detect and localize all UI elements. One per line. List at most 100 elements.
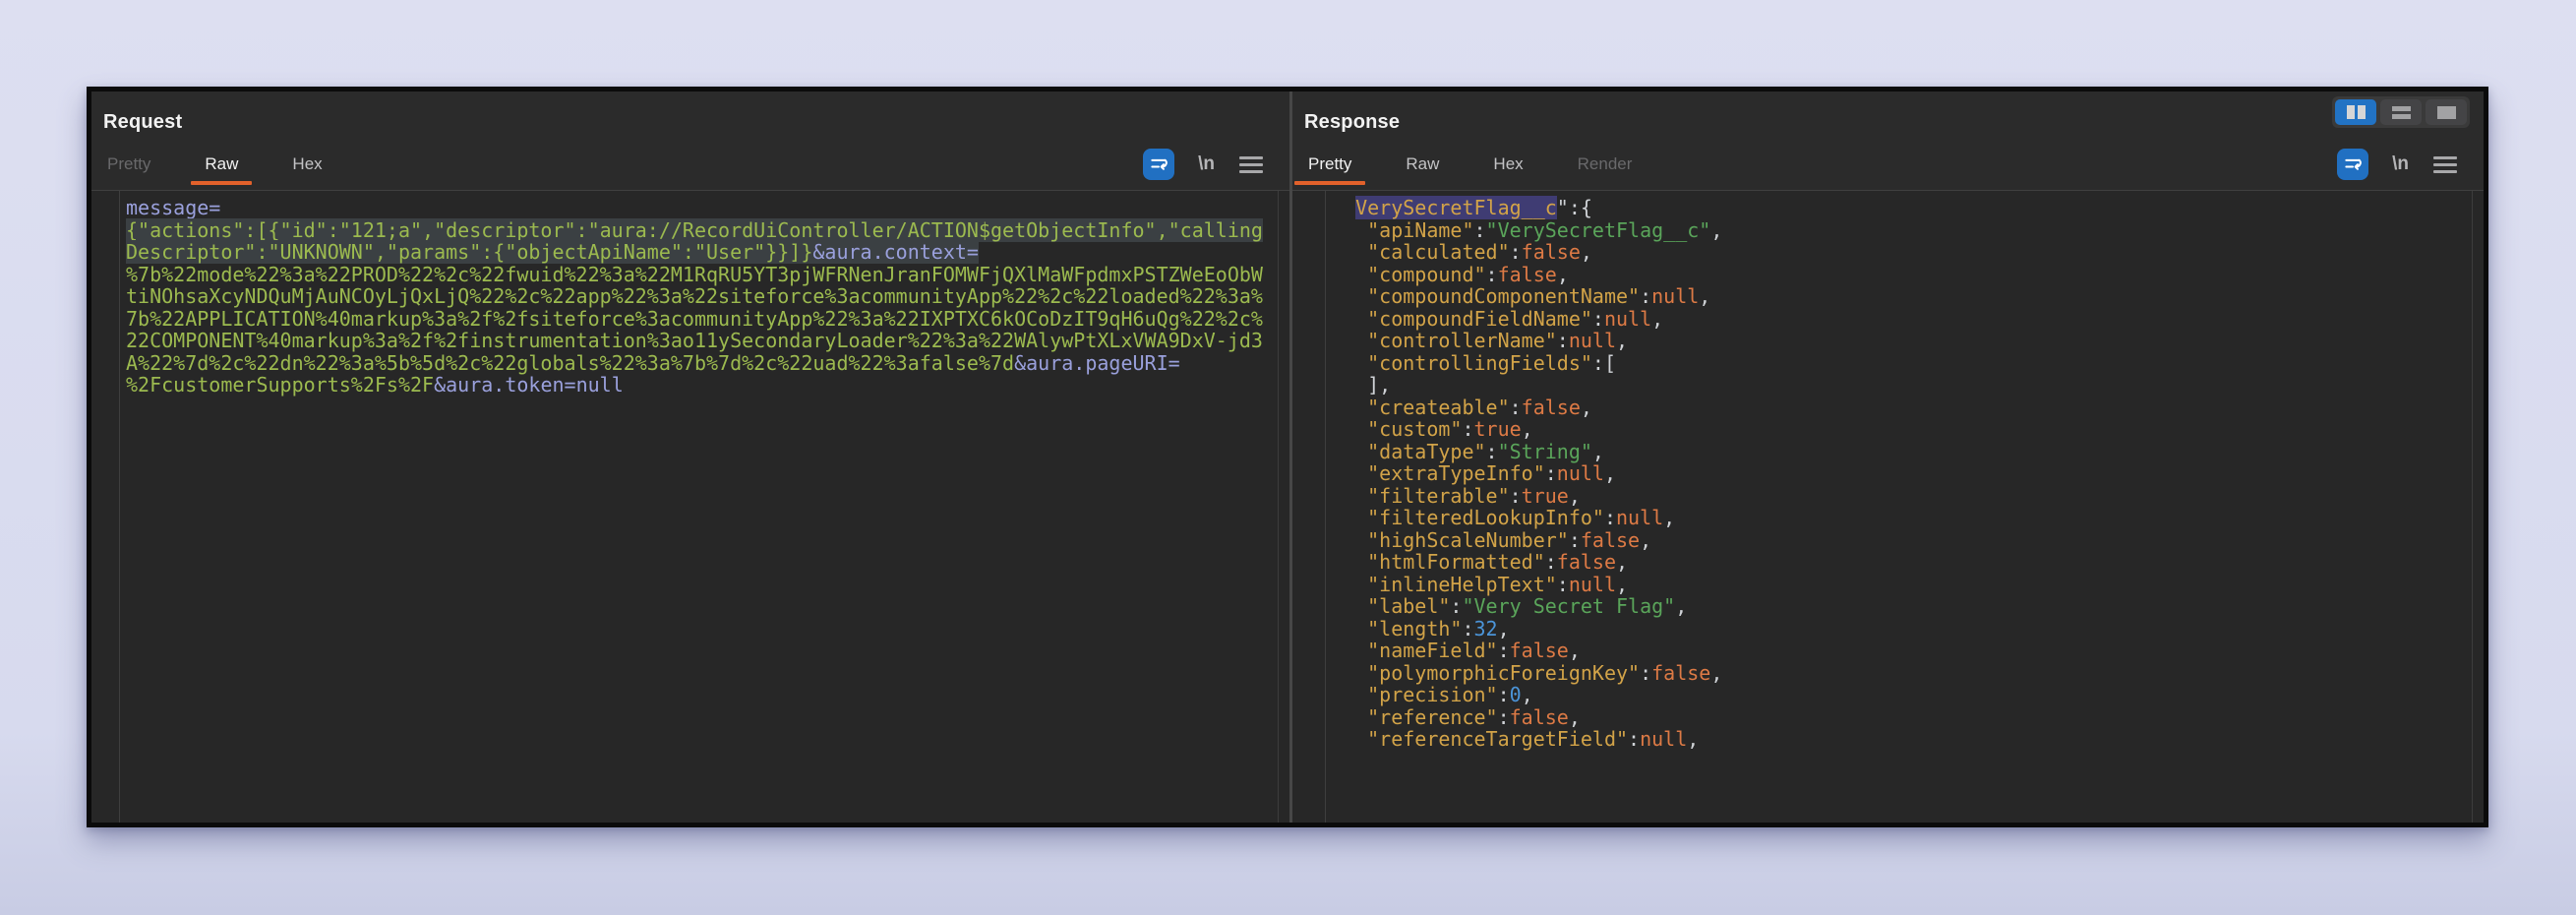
tab-render[interactable]: Render: [1578, 147, 1633, 182]
highlighted-token: VerySecretFlag__c: [1355, 196, 1557, 219]
request-tabs: Pretty Raw Hex: [107, 147, 323, 182]
code-segment: ,: [1616, 573, 1628, 596]
word-wrap-toggle[interactable]: [1143, 149, 1174, 180]
newline-marker-toggle[interactable]: \n: [2392, 153, 2409, 175]
request-panel-title: Request: [103, 111, 182, 134]
tab-pretty[interactable]: Pretty: [1308, 147, 1351, 182]
newline-marker-toggle[interactable]: \n: [1198, 153, 1215, 175]
code-segment: :: [1462, 617, 1473, 640]
code-segment: [1332, 284, 1367, 308]
code-segment: message=: [126, 196, 220, 219]
code-segment: [1332, 196, 1355, 219]
code-segment: 7b%22APPLICATION%40markup%3a%2f%2fsitefo…: [126, 307, 1263, 331]
code-line: "label":"Very Secret Flag",: [1332, 595, 2471, 618]
code-segment: "length": [1367, 617, 1462, 640]
code-segment: [1332, 440, 1367, 463]
code-segment: %7b%22mode%22%3a%22PROD%22%2c%22fwuid%22…: [126, 263, 1263, 286]
code-segment: :: [1628, 727, 1640, 751]
response-scrollbar[interactable]: [2472, 191, 2484, 823]
code-segment: 32: [1474, 617, 1498, 640]
request-editor[interactable]: message={"actions":[{"id":"121;a","descr…: [91, 190, 1289, 823]
code-segment: ,: [1710, 218, 1722, 242]
code-segment: "apiName": [1367, 218, 1473, 242]
request-raw-body[interactable]: message={"actions":[{"id":"121;a","descr…: [121, 191, 1277, 823]
code-segment: false: [1651, 661, 1710, 685]
code-segment: [1332, 705, 1367, 729]
code-segment: ,: [1569, 484, 1581, 508]
response-tabbar: Pretty Raw Hex Render \n: [1292, 145, 2484, 184]
code-segment: ,: [1522, 417, 1533, 441]
code-segment: "String": [1498, 440, 1592, 463]
code-line: "controllingFields":[: [1332, 352, 2471, 375]
code-segment: :: [1510, 240, 1522, 264]
response-editor[interactable]: VerySecretFlag__c":{ "apiName":"VerySecr…: [1292, 190, 2484, 823]
word-wrap-toggle[interactable]: [2337, 149, 2368, 180]
code-segment: null: [1616, 506, 1663, 529]
message-editor-window: Request Pretty Raw Hex \n: [87, 87, 2488, 827]
code-segment: :: [1450, 594, 1462, 618]
code-line: "reference":false,: [1332, 706, 2471, 729]
single-layout-icon: [2437, 106, 2456, 119]
word-wrap-icon: [2343, 154, 2363, 174]
code-segment: [1332, 417, 1367, 441]
code-segment: null: [1569, 329, 1616, 352]
code-segment: ,: [1675, 594, 1687, 618]
code-segment: :: [1604, 506, 1616, 529]
code-segment: "calculated": [1367, 240, 1510, 264]
tab-pretty[interactable]: Pretty: [107, 147, 150, 182]
code-segment: &aura.token=null: [434, 373, 624, 396]
tab-raw[interactable]: Raw: [205, 147, 238, 182]
code-segment: :: [1569, 528, 1581, 552]
request-scrollbar[interactable]: [1278, 191, 1289, 823]
code-line: "precision":0,: [1332, 684, 2471, 706]
selected-text: {"actions":[{"id":"121;a","descriptor":"…: [126, 218, 1263, 242]
code-segment: &aura.context=: [812, 240, 979, 264]
code-segment: [1332, 329, 1367, 352]
code-segment: :: [1557, 573, 1569, 596]
code-segment: [1332, 218, 1367, 242]
request-tabbar: Pretty Raw Hex \n: [91, 145, 1289, 184]
code-segment: "filteredLookupInfo": [1367, 506, 1604, 529]
response-pretty-body[interactable]: VerySecretFlag__c":{ "apiName":"VerySecr…: [1327, 191, 2471, 823]
editor-menu-button[interactable]: [2432, 156, 2458, 173]
code-segment: "Very Secret Flag": [1462, 594, 1675, 618]
code-segment: ,: [1640, 528, 1651, 552]
code-segment: false: [1498, 263, 1557, 286]
code-segment: ,: [1569, 639, 1581, 662]
code-segment: [1332, 506, 1367, 529]
code-segment: null: [1640, 727, 1687, 751]
layout-two-columns-button[interactable]: [2335, 99, 2376, 125]
code-segment: [1332, 573, 1367, 596]
response-tabs: Pretty Raw Hex Render: [1308, 147, 1632, 182]
code-segment: [1332, 661, 1367, 685]
layout-stacked-rows-button[interactable]: [2380, 99, 2422, 125]
response-editor-toolbar: \n: [2337, 149, 2458, 180]
code-segment: "filterable": [1367, 484, 1510, 508]
code-segment: [1332, 617, 1367, 640]
tab-raw[interactable]: Raw: [1406, 147, 1439, 182]
code-line: "compoundComponentName":null,: [1332, 285, 2471, 308]
code-segment: "inlineHelpText": [1367, 573, 1557, 596]
code-segment: "controllingFields": [1367, 351, 1592, 375]
tab-hex[interactable]: Hex: [1493, 147, 1523, 182]
editor-menu-button[interactable]: [1238, 156, 1264, 173]
code-segment: &aura.pageURI=: [1014, 351, 1180, 375]
code-line: ],: [1332, 374, 2471, 396]
code-segment: :: [1640, 284, 1651, 308]
code-line: "filteredLookupInfo":null,: [1332, 507, 2471, 529]
code-segment: [1332, 550, 1367, 574]
code-segment: "custom": [1367, 417, 1462, 441]
response-editor-gutter: [1292, 191, 1326, 823]
code-line: "polymorphicForeignKey":false,: [1332, 662, 2471, 685]
code-segment: [1332, 594, 1367, 618]
code-segment: [1332, 351, 1367, 375]
code-segment: 0: [1510, 683, 1522, 706]
code-segment: %2FcustomerSupports%2Fs%2F: [126, 373, 434, 396]
code-segment: "referenceTargetField": [1367, 727, 1628, 751]
tab-hex[interactable]: Hex: [292, 147, 322, 182]
layout-single-pane-button[interactable]: [2426, 99, 2467, 125]
code-segment: true: [1522, 484, 1569, 508]
code-line: 7b%22APPLICATION%40markup%3a%2f%2fsitefo…: [126, 308, 1277, 331]
code-segment: :: [1498, 705, 1510, 729]
word-wrap-icon: [1149, 154, 1168, 174]
